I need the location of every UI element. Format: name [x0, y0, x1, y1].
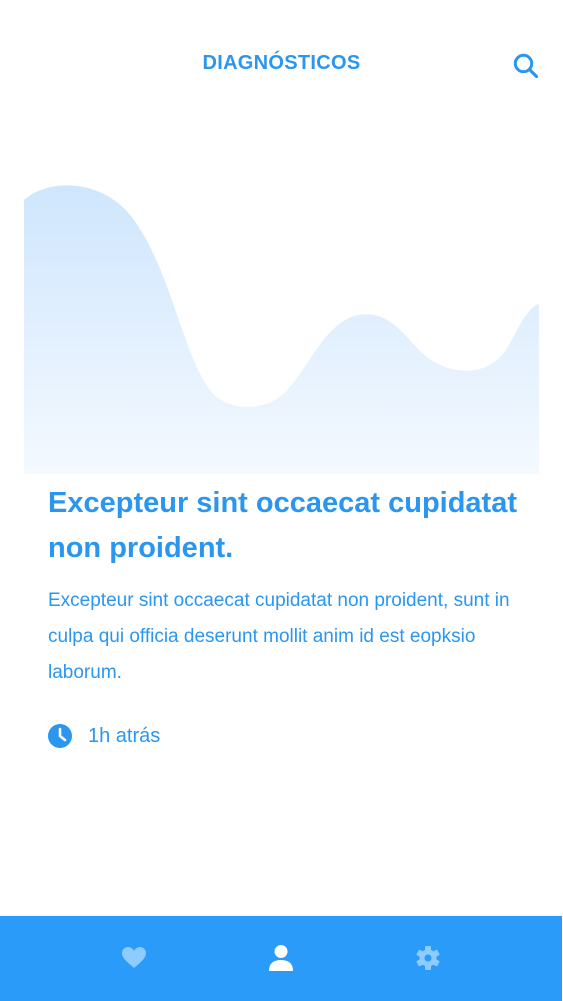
clock-icon	[48, 724, 72, 748]
app-header: DIAGNÓSTICOS	[0, 0, 563, 130]
article-timestamp: 1h atrás	[88, 724, 161, 747]
gear-icon	[416, 946, 440, 970]
nav-settings-button[interactable]	[412, 942, 444, 974]
wave-illustration	[24, 185, 539, 474]
article-body: Excepteur sint occaecat cupidatat non pr…	[48, 590, 510, 683]
page-title: DIAGNÓSTICOS	[202, 52, 361, 74]
nav-profile-button[interactable]	[265, 942, 297, 974]
bottom-navigation	[0, 916, 562, 1001]
search-icon	[513, 53, 539, 79]
heart-icon	[122, 947, 146, 968]
user-icon	[269, 945, 293, 971]
search-button[interactable]	[508, 48, 544, 84]
article-meta: 1h atrás	[48, 722, 160, 750]
nav-favorites-button[interactable]	[118, 942, 150, 974]
article-title: Excepteur sint occaecat cupidatat non pr…	[48, 487, 517, 564]
